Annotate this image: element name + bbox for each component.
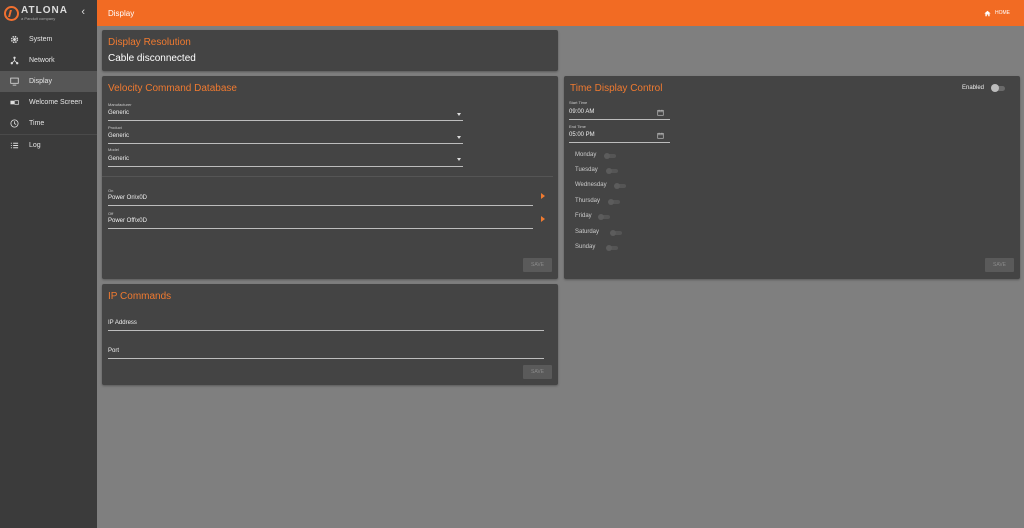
sidebar-item-label: Display bbox=[29, 78, 52, 85]
sidebar-item-label: Time bbox=[29, 120, 45, 127]
chevron-down-icon[interactable] bbox=[457, 158, 461, 161]
sidebar-item-label: Network bbox=[29, 57, 55, 64]
end-time-underline bbox=[569, 142, 670, 143]
start-time-underline bbox=[569, 119, 670, 120]
atlona-logo-mark bbox=[4, 6, 19, 21]
atlona-logo: ATLONA a Panduit company bbox=[4, 6, 68, 21]
velocity-title: Velocity Command Database bbox=[108, 83, 237, 94]
sidebar-item-system[interactable]: System bbox=[0, 29, 97, 50]
ip-address-input[interactable]: IP Address bbox=[108, 320, 137, 326]
sidebar-item-label: System bbox=[29, 36, 53, 43]
sidebar-item-welcome-screen[interactable]: Welcome Screen bbox=[0, 92, 97, 113]
section-divider bbox=[102, 176, 553, 177]
chevron-down-icon[interactable] bbox=[457, 136, 461, 139]
home-label: HOME bbox=[995, 10, 1010, 16]
on-label: On bbox=[108, 188, 114, 193]
start-time-input[interactable]: 09:00 AM bbox=[569, 109, 594, 115]
welcome-screen-icon bbox=[0, 98, 29, 107]
logo-subtext: a Panduit company bbox=[21, 16, 56, 21]
wednesday-toggle[interactable] bbox=[614, 183, 626, 189]
collapse-sidebar-icon[interactable]: ‹ bbox=[81, 6, 85, 18]
on-command-input[interactable]: Power On\x0D bbox=[108, 195, 147, 201]
day-label-friday: Friday bbox=[575, 213, 592, 219]
day-label-monday: Monday bbox=[575, 152, 597, 158]
sidebar-item-label: Welcome Screen bbox=[29, 99, 83, 106]
network-icon bbox=[0, 56, 29, 65]
day-label-sunday: Sunday bbox=[575, 244, 596, 250]
sidebar: ATLONA a Panduit company ‹ System Networ… bbox=[0, 0, 97, 528]
off-label: Off bbox=[108, 211, 114, 216]
off-command-input[interactable]: Power Off\x0D bbox=[108, 218, 147, 224]
velocity-save-button[interactable]: SAVE bbox=[523, 258, 552, 272]
sidebar-item-time[interactable]: Time bbox=[0, 113, 97, 134]
model-underline bbox=[108, 166, 463, 167]
manufacturer-label: Manufacturer bbox=[108, 102, 132, 107]
saturday-toggle[interactable] bbox=[610, 230, 622, 236]
home-link[interactable]: HOME bbox=[984, 10, 1024, 17]
thursday-toggle[interactable] bbox=[608, 199, 620, 205]
day-label-wednesday: Wednesday bbox=[575, 182, 607, 188]
tuesday-toggle[interactable] bbox=[606, 168, 618, 174]
product-label: Product bbox=[108, 125, 122, 130]
sunday-toggle[interactable] bbox=[606, 245, 618, 251]
send-off-command-icon[interactable] bbox=[541, 216, 545, 222]
logo-word: ATLONA bbox=[21, 5, 68, 16]
enabled-label: Enabled bbox=[962, 85, 985, 91]
sidebar-item-label: Log bbox=[29, 142, 41, 149]
model-select[interactable]: Generic bbox=[108, 156, 129, 162]
ip-commands-save-button[interactable]: SAVE bbox=[523, 365, 552, 379]
sidebar-item-display[interactable]: Display bbox=[0, 71, 97, 92]
friday-toggle[interactable] bbox=[598, 214, 610, 220]
off-underline bbox=[108, 228, 533, 229]
display-resolution-title: Display Resolution bbox=[108, 37, 191, 48]
end-time-input[interactable]: 05:00 PM bbox=[569, 132, 595, 138]
chevron-down-icon[interactable] bbox=[457, 113, 461, 116]
port-underline bbox=[108, 358, 544, 359]
end-time-label: End Time bbox=[569, 124, 586, 129]
list-icon bbox=[0, 141, 29, 150]
enabled-toggle[interactable] bbox=[991, 84, 1005, 92]
manufacturer-select[interactable]: Generic bbox=[108, 110, 129, 116]
clock-icon bbox=[0, 119, 29, 128]
time-display-save-button[interactable]: SAVE bbox=[985, 258, 1014, 272]
day-label-saturday: Saturday bbox=[575, 229, 600, 235]
ip-commands-title: IP Commands bbox=[108, 291, 172, 302]
calendar-icon[interactable] bbox=[657, 132, 664, 139]
day-label-thursday: Thursday bbox=[575, 198, 601, 204]
velocity-command-card: Velocity Command Database Manufacturer G… bbox=[102, 76, 558, 279]
display-resolution-card: Display Resolution Cable disconnected bbox=[102, 30, 558, 71]
start-time-label: Start Time bbox=[569, 100, 588, 105]
page-title: Display bbox=[108, 8, 135, 18]
on-underline bbox=[108, 205, 533, 206]
monitor-icon bbox=[0, 77, 29, 86]
port-input[interactable]: Port bbox=[108, 348, 119, 354]
ip-commands-card: IP Commands IP Address Port SAVE bbox=[102, 284, 558, 385]
manufacturer-underline bbox=[108, 120, 463, 121]
gear-icon bbox=[0, 35, 29, 44]
time-display-card: Time Display Control Enabled Start Time … bbox=[564, 76, 1020, 279]
calendar-icon[interactable] bbox=[657, 109, 664, 116]
home-icon bbox=[984, 10, 991, 16]
logo-bar: ATLONA a Panduit company ‹ bbox=[0, 0, 97, 27]
product-select[interactable]: Generic bbox=[108, 133, 129, 139]
day-label-tuesday: Tuesday bbox=[575, 167, 598, 173]
model-label: Model bbox=[108, 147, 119, 152]
monday-toggle[interactable] bbox=[604, 153, 616, 159]
display-resolution-status: Cable disconnected bbox=[108, 53, 196, 64]
send-on-command-icon[interactable] bbox=[541, 193, 545, 199]
top-header: Display HOME bbox=[97, 0, 1024, 26]
time-display-title: Time Display Control bbox=[570, 83, 663, 94]
sidebar-item-log[interactable]: Log bbox=[0, 135, 97, 156]
sidebar-item-network[interactable]: Network bbox=[0, 50, 97, 71]
product-underline bbox=[108, 143, 463, 144]
ip-address-underline bbox=[108, 330, 544, 331]
